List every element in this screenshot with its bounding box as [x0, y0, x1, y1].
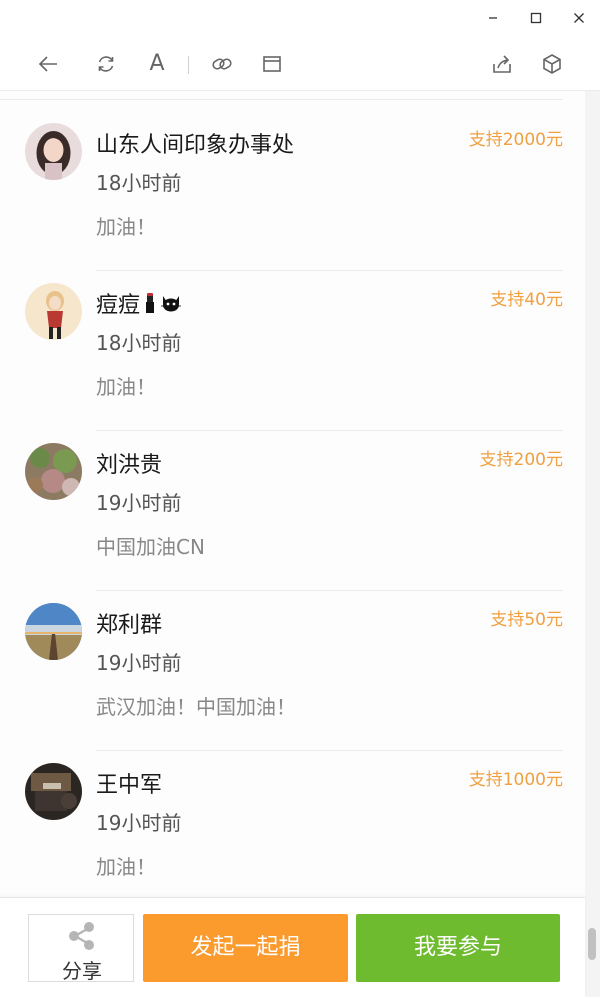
share-label: 分享	[62, 959, 102, 983]
browser-toolbar: A	[0, 36, 600, 91]
donation-time: 18小时前	[96, 331, 182, 355]
donation-message: 中国加油CN	[96, 535, 205, 559]
avatar	[25, 123, 82, 180]
divider	[0, 99, 563, 100]
toolbar-separator	[188, 56, 189, 74]
bottom-action-bar: 分享 发起一起捐 我要参与	[0, 897, 585, 998]
donation-amount: 支持2000元	[468, 130, 563, 150]
back-arrow-icon[interactable]	[37, 53, 59, 75]
join-button[interactable]: 我要参与	[356, 914, 560, 982]
avatar	[25, 763, 82, 820]
list-item[interactable]: 刘洪贵 19小时前 中国加油CN 支持200元	[0, 431, 585, 591]
scrollbar-track[interactable]	[585, 91, 600, 997]
donation-message: 加油！	[96, 375, 156, 399]
link-icon[interactable]	[211, 53, 233, 75]
close-icon[interactable]	[569, 8, 589, 28]
donation-time: 18小时前	[96, 171, 182, 195]
window-titlebar	[0, 0, 600, 36]
avatar	[25, 443, 82, 500]
donation-message: 加油！	[96, 855, 156, 879]
window-icon[interactable]	[261, 53, 283, 75]
minimize-icon[interactable]	[483, 8, 503, 28]
cat-face-icon	[160, 293, 182, 319]
list-item[interactable]: 痘痘 18小时前 加油！ 支持40元	[0, 271, 585, 431]
donation-message: 加油！	[96, 215, 156, 239]
start-group-donation-button[interactable]: 发起一起捐	[143, 914, 348, 982]
maximize-icon[interactable]	[526, 8, 546, 28]
cube-icon[interactable]	[541, 53, 563, 75]
lipstick-icon	[143, 292, 157, 320]
donor-name: 王中军	[96, 773, 163, 798]
refresh-icon[interactable]	[95, 53, 117, 75]
donation-amount: 支持200元	[479, 450, 563, 470]
donation-amount: 支持1000元	[468, 770, 563, 790]
donor-name: 郑利群	[96, 613, 163, 638]
share-out-icon[interactable]	[491, 53, 513, 75]
donation-list: 山东人间印象办事处 18小时前 加油！ 支持2000元 痘痘 18小时前 加油！…	[0, 91, 585, 897]
share-icon	[67, 921, 97, 951]
donation-amount: 支持50元	[490, 610, 563, 630]
donor-name: 刘洪贵	[96, 453, 163, 478]
font-size-icon[interactable]: A	[146, 53, 168, 75]
donation-amount: 支持40元	[490, 290, 563, 310]
share-button[interactable]: 分享	[28, 914, 134, 983]
list-item[interactable]: 王中军 19小时前 加油！ 支持1000元	[0, 751, 585, 897]
donation-message: 武汉加油！中国加油！	[96, 695, 296, 719]
scrollbar-thumb[interactable]	[588, 928, 596, 960]
donation-time: 19小时前	[96, 811, 182, 835]
donation-time: 19小时前	[96, 651, 182, 675]
donor-name: 痘痘	[96, 287, 182, 320]
donation-time: 19小时前	[96, 491, 182, 515]
list-item[interactable]: 郑利群 19小时前 武汉加油！中国加油！ 支持50元	[0, 591, 585, 751]
avatar	[25, 283, 82, 340]
avatar	[25, 603, 82, 660]
list-item[interactable]: 山东人间印象办事处 18小时前 加油！ 支持2000元	[0, 111, 585, 271]
donor-name: 山东人间印象办事处	[96, 133, 295, 158]
